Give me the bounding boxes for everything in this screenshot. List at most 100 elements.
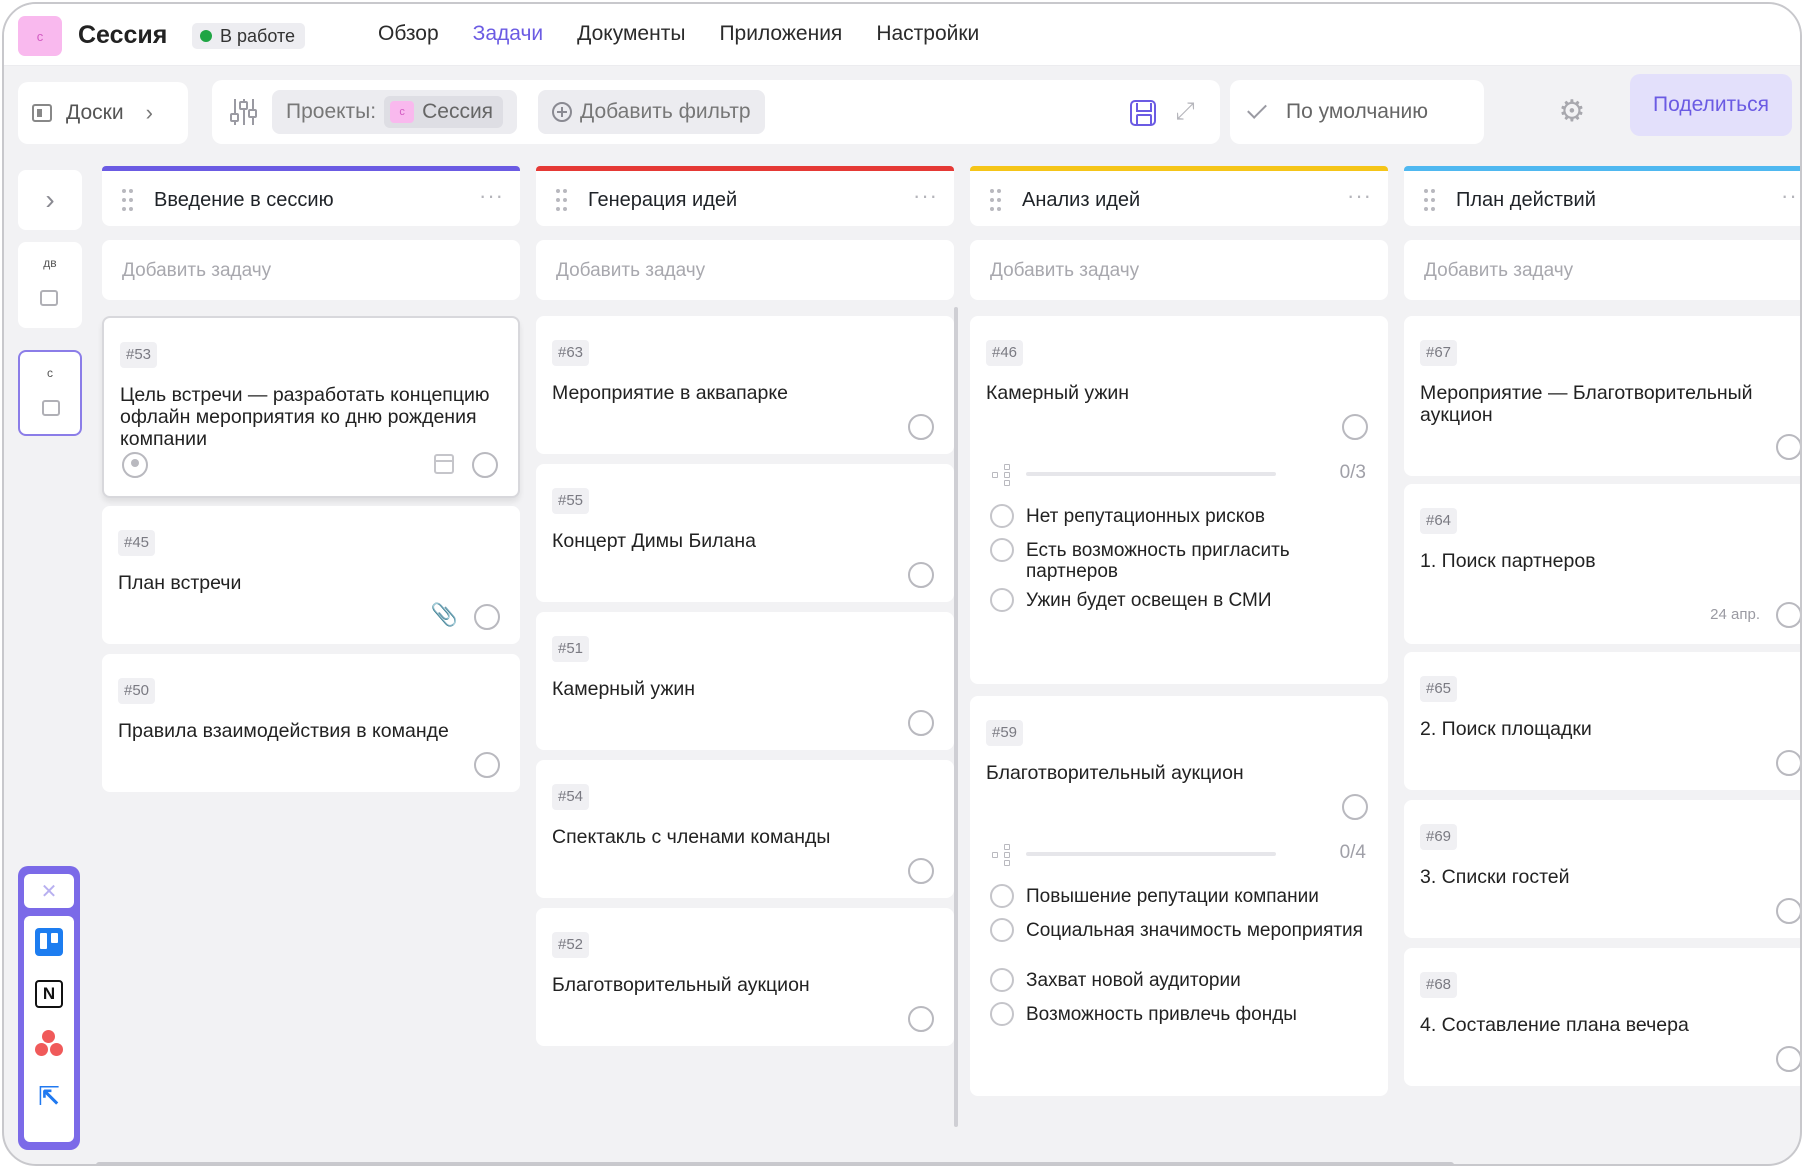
column-header[interactable]: Генерация идей ··· <box>536 166 954 226</box>
asana-icon[interactable] <box>35 1030 63 1058</box>
column-header[interactable]: Анализ идей ··· <box>970 166 1388 226</box>
task-card[interactable]: #46 Камерный ужин 0/3 Нет репутационных … <box>970 316 1388 684</box>
drag-handle-icon[interactable] <box>1424 189 1436 211</box>
checklist-text: Возможность привлечь фонды <box>1026 1004 1297 1025</box>
checklist-item[interactable]: Есть возможность пригласить партнеров <box>990 538 1368 582</box>
share-button[interactable]: Поделиться <box>1630 74 1792 136</box>
project-tag[interactable]: c Сессия <box>384 96 504 128</box>
column-header[interactable]: Введение в сессию ··· <box>102 166 520 226</box>
add-task-input[interactable]: Добавить задачу <box>536 240 954 300</box>
complete-circle-icon[interactable] <box>1776 898 1800 924</box>
paperclip-icon[interactable]: 📎 <box>431 602 458 628</box>
complete-circle-icon[interactable] <box>474 752 500 778</box>
task-card[interactable]: #55 Концерт Димы Билана <box>536 464 954 602</box>
checkbox-circle-icon[interactable] <box>990 588 1014 612</box>
task-title: Мероприятие — Благотворительный аукцион <box>1420 382 1753 426</box>
gear-icon[interactable]: ⚙ <box>1556 96 1588 128</box>
sliders-icon[interactable] <box>230 97 258 127</box>
save-view-icon[interactable] <box>1130 100 1156 126</box>
expand-rail-button[interactable]: › <box>18 170 82 230</box>
complete-circle-icon[interactable] <box>1776 434 1800 460</box>
checklist-item[interactable]: Нет репутационных рисков <box>990 504 1368 528</box>
view-selector[interactable]: По умолчанию <box>1230 80 1484 144</box>
nav-overview[interactable]: Обзор <box>378 22 439 46</box>
rail-board-group[interactable]: дв <box>18 242 82 328</box>
complete-circle-icon[interactable] <box>908 562 934 588</box>
task-card[interactable]: #50 Правила взаимодействия в команде <box>102 654 520 792</box>
checkbox-circle-icon[interactable] <box>990 968 1014 992</box>
column-header[interactable]: План действий ··· <box>1404 166 1800 226</box>
checklist-item[interactable]: Ужин будет освещен в СМИ <box>990 588 1368 612</box>
checkbox-circle-icon[interactable] <box>990 504 1014 528</box>
assignee-icon[interactable] <box>122 452 148 478</box>
checklist-item[interactable]: Социальная значимость мероприятия <box>990 918 1368 962</box>
notion-icon[interactable]: N <box>35 980 63 1008</box>
checkbox-circle-icon[interactable] <box>990 918 1014 942</box>
complete-circle-icon[interactable] <box>472 452 498 478</box>
projects-filter-chip[interactable]: Проекты: c Сессия <box>272 90 518 134</box>
boards-selector[interactable]: Доски › <box>18 82 188 144</box>
more-icon[interactable]: ··· <box>1347 183 1372 209</box>
task-card[interactable]: #59 Благотворительный аукцион 0/4 Повыше… <box>970 696 1388 1096</box>
add-filter-button[interactable]: Добавить фильтр <box>538 90 765 134</box>
task-card[interactable]: #63 Мероприятие в аквапарке <box>536 316 954 454</box>
nav-documents[interactable]: Документы <box>577 22 685 46</box>
task-card[interactable]: #45 План встречи 📎 <box>102 506 520 644</box>
nav-tasks[interactable]: Задачи <box>473 22 544 46</box>
drag-handle-icon[interactable] <box>990 189 1002 211</box>
checkbox-circle-icon[interactable] <box>990 538 1014 562</box>
task-card[interactable]: #67 Мероприятие — Благотворительный аукц… <box>1404 316 1800 476</box>
task-card[interactable]: #54 Спектакль с членами команды <box>536 760 954 898</box>
status-badge[interactable]: В работе <box>192 23 306 49</box>
calendar-icon[interactable] <box>434 454 454 474</box>
task-card[interactable]: #65 2. Поиск площадки <box>1404 652 1800 790</box>
column-title: Генерация идей <box>588 189 738 211</box>
checkbox-circle-icon[interactable] <box>990 1002 1014 1026</box>
add-task-input[interactable]: Добавить задачу <box>1404 240 1800 300</box>
complete-circle-icon[interactable] <box>908 858 934 884</box>
task-title: 1. Поиск партнеров <box>1420 550 1596 572</box>
complete-circle-icon[interactable] <box>908 710 934 736</box>
vertical-scrollbar[interactable] <box>954 307 958 1127</box>
complete-circle-icon[interactable] <box>1776 602 1800 628</box>
checklist-item[interactable]: Захват новой аудитории <box>990 968 1368 992</box>
jira-icon[interactable]: ⇱ <box>35 1082 63 1110</box>
checklist-item[interactable]: Повышение репутации компании <box>990 884 1368 908</box>
task-card[interactable]: #68 4. Составление плана вечера <box>1404 948 1800 1086</box>
add-task-input[interactable]: Добавить задачу <box>970 240 1388 300</box>
horizontal-scrollbar[interactable] <box>96 1162 1454 1164</box>
close-icon[interactable]: ✕ <box>24 874 74 908</box>
task-card[interactable]: #53 Цель встречи — разработать концепцию… <box>102 316 520 498</box>
task-card[interactable]: #64 1. Поиск партнеров 24 апр. <box>1404 484 1800 644</box>
task-id: #46 <box>986 340 1024 366</box>
integrations-list: N ⇱ <box>24 916 74 1142</box>
drag-handle-icon[interactable] <box>122 189 134 211</box>
drag-handle-icon[interactable] <box>556 189 568 211</box>
complete-circle-icon[interactable] <box>1342 794 1368 820</box>
more-icon[interactable]: ··· <box>913 183 938 209</box>
task-id: #54 <box>552 784 590 810</box>
complete-circle-icon[interactable] <box>1776 750 1800 776</box>
trello-icon[interactable] <box>35 928 63 956</box>
complete-circle-icon[interactable] <box>1342 414 1368 440</box>
task-id: #65 <box>1420 676 1458 702</box>
complete-circle-icon[interactable] <box>908 1006 934 1032</box>
checklist-item[interactable]: Возможность привлечь фонды <box>990 1002 1368 1026</box>
add-task-input[interactable]: Добавить задачу <box>102 240 520 300</box>
task-card[interactable]: #69 3. Списки гостей <box>1404 800 1800 938</box>
complete-circle-icon[interactable] <box>474 604 500 630</box>
app-logo[interactable]: c <box>18 16 62 56</box>
checkbox-circle-icon[interactable] <box>990 884 1014 908</box>
rail-board-group-active[interactable]: c <box>18 350 82 436</box>
complete-circle-icon[interactable] <box>908 414 934 440</box>
more-icon[interactable]: ··· <box>1781 183 1800 209</box>
more-icon[interactable]: ··· <box>479 183 504 209</box>
task-id: #68 <box>1420 972 1458 998</box>
complete-circle-icon[interactable] <box>1776 1046 1800 1072</box>
task-card[interactable]: #51 Камерный ужин <box>536 612 954 750</box>
task-card[interactable]: #52 Благотворительный аукцион <box>536 908 954 1046</box>
fullscreen-icon[interactable]: ⤢ <box>1172 100 1198 126</box>
nav-settings[interactable]: Настройки <box>876 22 979 46</box>
task-id: #67 <box>1420 340 1458 366</box>
nav-apps[interactable]: Приложения <box>719 22 842 46</box>
